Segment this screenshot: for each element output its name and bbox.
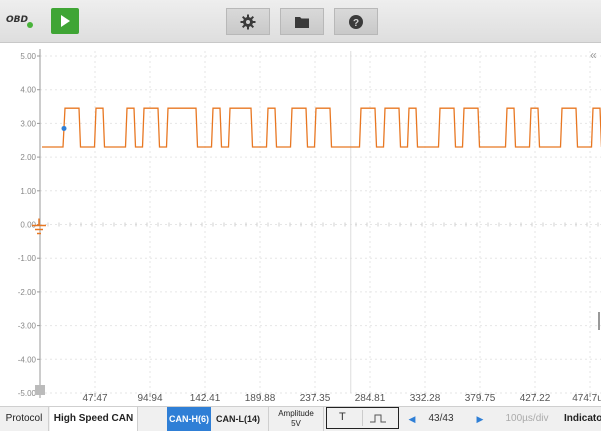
x-tick-label: 474.7us <box>572 393 601 404</box>
settings-button[interactable] <box>226 8 270 35</box>
y-tick-label: -5.00 <box>18 389 37 398</box>
y-tick-label: -2.00 <box>18 288 37 297</box>
skip-next-icon: ▶ <box>476 414 484 424</box>
y-tick-label: 4.00 <box>20 86 36 95</box>
skip-previous-icon: ◀ <box>408 414 416 424</box>
amplitude-button[interactable]: Amplitude 5V <box>268 407 324 431</box>
can-h-channel-button[interactable]: CAN-H(6) <box>167 407 211 431</box>
rising-edge-icon[interactable] <box>370 412 386 424</box>
folder-button[interactable] <box>280 8 324 35</box>
x-tick-label: 142.41 <box>190 393 221 404</box>
y-tick-label: 5.00 <box>20 52 36 61</box>
obd-status-label: OBD <box>6 15 28 25</box>
play-icon <box>61 15 70 27</box>
amplitude-value: 5V <box>291 419 301 428</box>
top-toolbar: OBD ? <box>0 0 601 43</box>
y-tick-label: -3.00 <box>18 322 37 331</box>
x-tick-label: 379.75 <box>465 393 496 404</box>
help-icon: ? <box>349 15 363 29</box>
timebase-button[interactable]: 100µs/div <box>498 407 556 431</box>
collapse-panel-icon[interactable]: « <box>590 48 597 62</box>
y-tick-label: -1.00 <box>18 254 37 263</box>
skip-previous-button[interactable]: ◀ <box>404 407 420 431</box>
indicator-button[interactable]: Indicator <box>558 407 601 431</box>
cursor-marker[interactable] <box>61 125 67 131</box>
page-counter: 43/43 <box>428 413 454 424</box>
folder-icon <box>295 17 309 28</box>
x-tick-label: 332.28 <box>410 393 441 404</box>
help-button[interactable]: ? <box>334 8 378 35</box>
signal-trace <box>42 107 601 148</box>
x-axis: 47.47 94.94 142.41 189.88 237.35 284.81 332.28… <box>82 393 601 404</box>
can-l-channel-button[interactable]: CAN-L(14) <box>212 407 264 431</box>
x-tick-label: 189.88 <box>245 393 276 404</box>
trigger-button[interactable]: T <box>339 411 346 423</box>
channel-marker <box>35 385 45 395</box>
trigger-separator <box>362 410 363 426</box>
protocol-label: Protocol <box>0 407 49 431</box>
trigger-group[interactable]: T <box>326 407 399 429</box>
x-tick-label: 237.35 <box>300 393 331 404</box>
amplitude-label: Amplitude <box>278 409 314 418</box>
y-tick-label: 3.00 <box>20 119 36 128</box>
y-tick-label: 2.00 <box>20 153 36 162</box>
x-tick-label: 94.94 <box>137 393 162 404</box>
y-axis: 5.004.003.002.001.000.00-1.00-2.00-3.00-… <box>18 49 45 398</box>
x-tick-label: 284.81 <box>355 393 386 404</box>
skip-next-button[interactable]: ▶ <box>472 407 488 431</box>
svg-text:?: ? <box>353 18 359 29</box>
protocol-select[interactable]: High Speed CAN <box>50 407 138 431</box>
plot-grid <box>40 51 601 394</box>
x-tick-label: 427.22 <box>520 393 551 404</box>
y-tick-label: -4.00 <box>18 355 37 364</box>
obd-connected-indicator <box>27 22 33 28</box>
run-button[interactable] <box>51 8 79 34</box>
y-tick-label: 1.00 <box>20 187 36 196</box>
waveform-plot[interactable]: 5.004.003.002.001.000.00-1.00-2.00-3.00-… <box>0 43 601 406</box>
gear-icon <box>240 14 256 30</box>
scroll-handle[interactable] <box>598 312 600 330</box>
x-tick-label: 47.47 <box>82 393 107 404</box>
